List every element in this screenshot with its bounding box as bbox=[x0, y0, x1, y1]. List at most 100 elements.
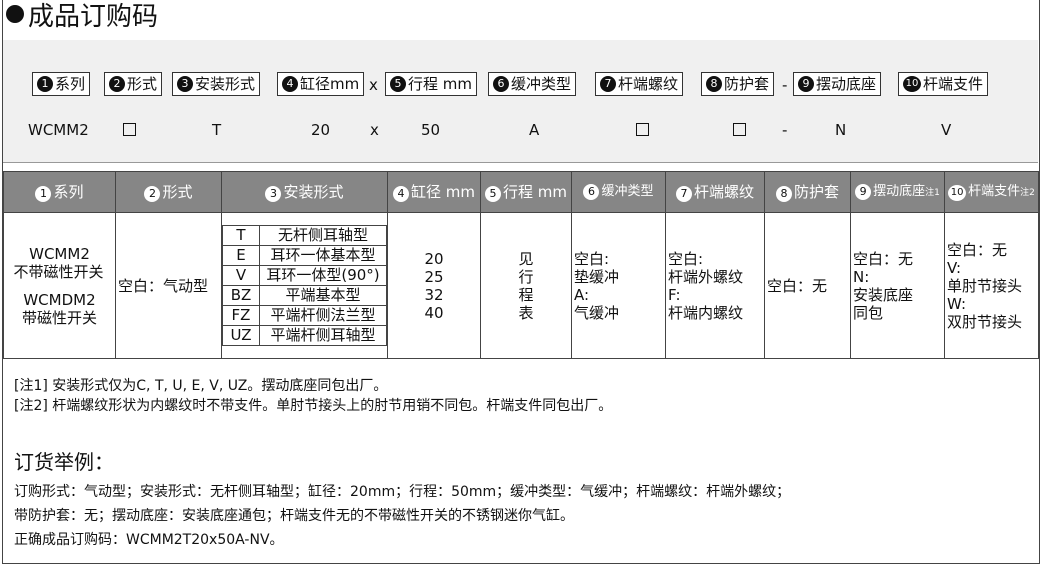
example-x: x bbox=[370, 121, 379, 139]
mount-code: UZ bbox=[222, 325, 260, 346]
order-example-line: 带防护套：无；摆动底座：安装底座通包；杆端支件无的不带磁性开关的不锈钢迷你气缸。 bbox=[14, 508, 574, 524]
header-type: 2 形式 bbox=[115, 171, 222, 213]
base-line: 安装底座 bbox=[853, 285, 914, 304]
table-header-row: 1 系列 2 形式 3 安装形式 4 缸径 mm 5 行程 mm 6 缓冲类型 7 杆端螺纹 … bbox=[3, 171, 1039, 213]
mount-code: BZ bbox=[222, 285, 260, 306]
mount-code: FZ bbox=[222, 305, 260, 326]
order-code-box: 1 系列 2 形式 3 安装形式 4 缸径mm x 5 行程 mm 6 缓冲类型 7 杆端螺纹… bbox=[3, 40, 1038, 163]
stroke-cell: 见行程表 bbox=[480, 212, 572, 359]
example-bore: 20 bbox=[311, 121, 331, 139]
num-badge: 7 bbox=[600, 76, 616, 92]
code-separator-dash: - bbox=[782, 76, 788, 94]
mount-row: E 耳环一体基本型 bbox=[222, 245, 387, 266]
rod-thread-line: 杆端内螺纹 bbox=[668, 303, 744, 322]
mount-row: BZ 平端基本型 bbox=[222, 285, 387, 306]
header-label: 杆端螺纹 bbox=[693, 182, 754, 201]
code-item-rod-thread: 7 杆端螺纹 bbox=[595, 72, 684, 96]
num-badge: 4 bbox=[393, 185, 409, 202]
bore-value: 25 bbox=[424, 267, 444, 286]
num-badge: 1 bbox=[35, 185, 52, 202]
code-item-series: 1 系列 bbox=[32, 72, 91, 96]
code-item-stroke: 5 行程 mm bbox=[385, 72, 477, 96]
num-badge: 2 bbox=[109, 76, 125, 92]
mount-name: 耳环一体型(90°) bbox=[259, 265, 387, 286]
num-badge: 5 bbox=[485, 185, 501, 202]
rod-support-cell: 空白：无 V: 单肘节接头 W: 双肘节接头 bbox=[944, 212, 1039, 359]
note-line: [注2] 杆端螺纹形状为内螺纹时不带支件。单肘节接头上的肘节用销不同包。杆端支件… bbox=[14, 398, 613, 414]
code-label: 安装形式 bbox=[195, 75, 256, 93]
bullet-icon bbox=[6, 5, 24, 23]
header-boot: 8 防护套 bbox=[764, 171, 851, 213]
header-label: 杆端支件 bbox=[968, 183, 1021, 199]
rod-thread-line: F: bbox=[668, 285, 681, 304]
note-ref: 注1 bbox=[925, 187, 940, 198]
order-example-line: 正确成品订购码：WCMM2T20x50A-NV。 bbox=[14, 532, 284, 548]
header-label: 形式 bbox=[162, 182, 193, 201]
header-label: 安装形式 bbox=[283, 182, 344, 201]
rod-thread-cell: 空白: 杆端外螺纹 F: 杆端内螺纹 bbox=[665, 212, 765, 359]
table-body-row: WCMM2 不带磁性开关 WCMDM2 带磁性开关 空白：气动型 T 无杆侧耳轴型… bbox=[3, 212, 1039, 359]
title-text: 成品订购码 bbox=[28, 2, 159, 32]
code-item-base: 9 摆动底座 bbox=[793, 72, 882, 96]
mount-name: 平端杆侧耳轴型 bbox=[259, 325, 387, 346]
num-badge: 6 bbox=[583, 184, 600, 200]
spec-table: 1 系列 2 形式 3 安装形式 4 缸径 mm 5 行程 mm 6 缓冲类型 7 杆端螺纹 … bbox=[3, 171, 1039, 359]
mount-cell: T 无杆侧耳轴型 E 耳环一体基本型 V 耳环一体型(90°) BZ 平端基本型 FZ 平… bbox=[221, 212, 388, 359]
header-label: 缓冲类型 bbox=[601, 184, 654, 199]
series-desc: 不带磁性开关 bbox=[13, 262, 104, 281]
num-badge: 3 bbox=[177, 76, 193, 92]
code-item-rod-support: 10 杆端支件 bbox=[898, 72, 989, 96]
example-stroke: 50 bbox=[421, 121, 441, 139]
note-ref: 注2 bbox=[1020, 187, 1035, 198]
rod-thread-line: 杆端外螺纹 bbox=[668, 267, 744, 286]
header-rod-support: 10 杆端支件注2 bbox=[944, 171, 1039, 213]
rod-support-line: V: bbox=[947, 258, 962, 277]
series-code: WCMM2 bbox=[29, 244, 90, 263]
rod-support-line: 双肘节接头 bbox=[947, 312, 1023, 331]
example-mount: T bbox=[212, 121, 222, 139]
cushion-line: A: bbox=[574, 285, 590, 304]
mount-name: 耳环一体基本型 bbox=[259, 245, 387, 266]
num-badge: 10 bbox=[903, 76, 921, 92]
empty-box-icon bbox=[733, 123, 746, 136]
code-label: 摆动底座 bbox=[816, 75, 877, 93]
code-label: 防护套 bbox=[724, 75, 770, 93]
base-line: 空白：无 bbox=[853, 249, 914, 268]
boot-cell: 空白：无 bbox=[764, 212, 851, 359]
order-example-text: 订购形式：气动型；安装形式：无杆侧耳轴型；缸径：20mm；行程：50mm；缓冲类… bbox=[14, 480, 790, 552]
cushion-line: 空白: bbox=[574, 249, 610, 268]
header-rod-thread: 7 杆端螺纹 bbox=[665, 171, 765, 213]
rod-support-line: 单肘节接头 bbox=[947, 276, 1023, 295]
num-badge: 8 bbox=[775, 185, 792, 202]
num-badge: 4 bbox=[282, 76, 298, 92]
cushion-cell: 空白: 垫缓冲 A: 气缓冲 bbox=[571, 212, 666, 359]
num-badge: 3 bbox=[265, 185, 282, 202]
example-base: N bbox=[835, 121, 847, 139]
note-line: [注1] 安装形式仅为C, T, U, E, V, UZ。摆动底座同包出厂。 bbox=[14, 378, 388, 394]
boot-text: 空白：无 bbox=[767, 276, 828, 295]
rod-support-line: 空白：无 bbox=[947, 240, 1008, 259]
rod-support-line: W: bbox=[947, 294, 967, 313]
num-badge: 1 bbox=[37, 76, 53, 92]
empty-box-icon bbox=[123, 123, 136, 136]
base-line: N: bbox=[853, 267, 870, 286]
code-label: 缓冲类型 bbox=[511, 75, 572, 93]
header-label: 系列 bbox=[53, 182, 84, 201]
header-bore: 4 缸径 mm bbox=[387, 171, 481, 213]
mount-name: 平端基本型 bbox=[259, 285, 387, 306]
base-line: 同包 bbox=[853, 303, 884, 322]
code-item-mount: 3 安装形式 bbox=[172, 72, 261, 96]
rod-thread-line: 空白: bbox=[668, 249, 704, 268]
num-badge: 10 bbox=[948, 184, 967, 201]
notes: [注1] 安装形式仅为C, T, U, E, V, UZ。摆动底座同包出厂。 [… bbox=[14, 376, 612, 416]
mount-table: T 无杆侧耳轴型 E 耳环一体基本型 V 耳环一体型(90°) BZ 平端基本型 FZ 平… bbox=[222, 225, 387, 346]
order-example-heading: 订货举例： bbox=[14, 450, 114, 474]
code-label: 行程 mm bbox=[408, 75, 472, 93]
num-badge: 7 bbox=[675, 185, 692, 202]
page-title: 成品订购码 bbox=[6, 2, 158, 32]
series-cell: WCMM2 不带磁性开关 WCMDM2 带磁性开关 bbox=[3, 212, 116, 359]
empty-box-icon bbox=[636, 123, 649, 136]
cushion-line: 垫缓冲 bbox=[574, 267, 620, 286]
num-badge: 2 bbox=[144, 185, 161, 202]
header-cushion: 6 缓冲类型 bbox=[571, 171, 666, 213]
